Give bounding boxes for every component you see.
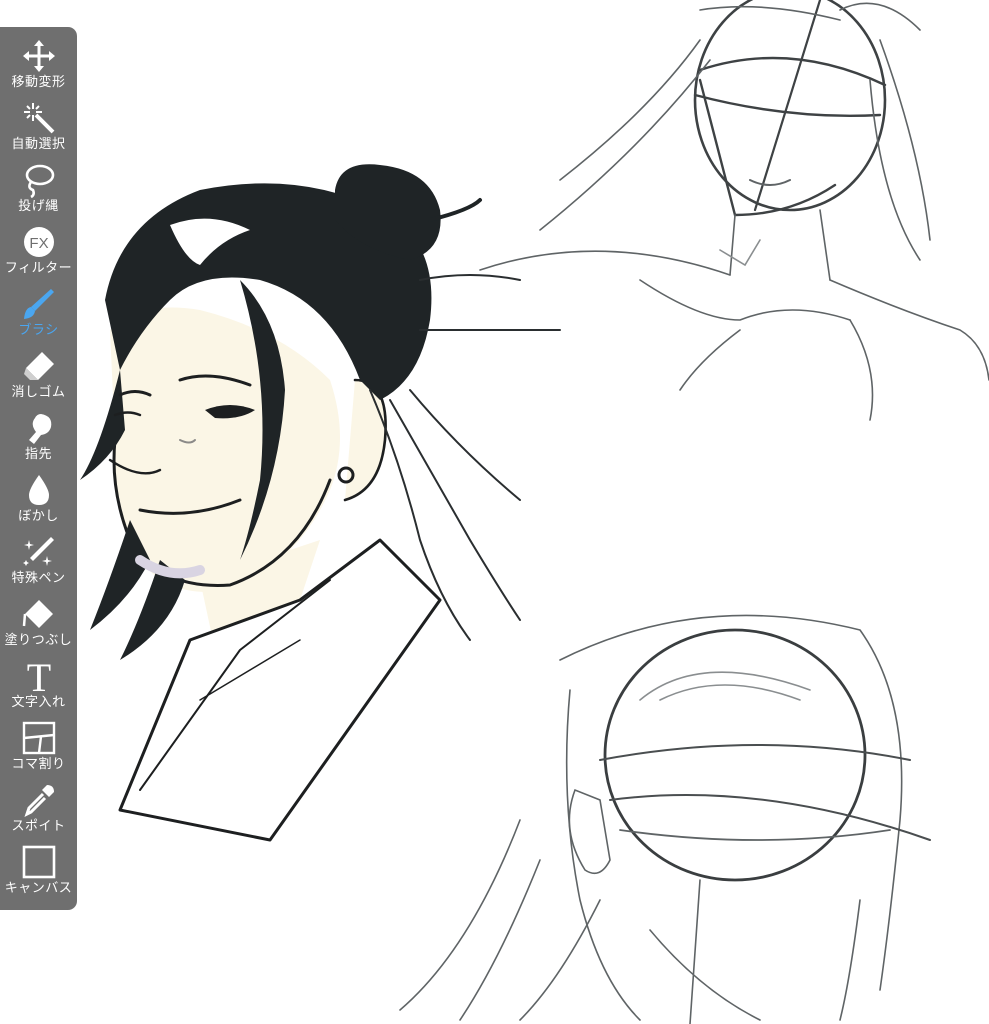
tool-label: ブラシ [18, 323, 59, 338]
finger-smudge-icon [19, 409, 59, 447]
canvas-square-icon [19, 843, 59, 881]
tool-frame-divider[interactable]: コマ割り [0, 719, 77, 781]
tool-filter[interactable]: FX フィルター [0, 223, 77, 285]
svg-text:FX: FX [29, 235, 48, 252]
lasso-icon [19, 161, 59, 199]
tool-label: フィルター [4, 261, 73, 276]
frame-divider-icon [19, 719, 59, 757]
tool-special-pen[interactable]: 特殊ペン [0, 533, 77, 595]
tool-lasso[interactable]: 投げ縄 [0, 161, 77, 223]
tool-fill[interactable]: 塗りつぶし [0, 595, 77, 657]
character-inked-portrait [80, 164, 561, 842]
sparkle-pen-icon [19, 533, 59, 571]
tool-label: 指先 [24, 447, 52, 462]
svg-text:T: T [26, 655, 50, 700]
paint-bucket-icon [19, 595, 59, 633]
tool-label: キャンバス [4, 881, 73, 896]
tool-magic-wand[interactable]: 自動選択 [0, 99, 77, 161]
tool-eraser[interactable]: 消しゴム [0, 347, 77, 409]
fx-filter-icon: FX [19, 223, 59, 261]
tool-text[interactable]: T 文字入れ [0, 655, 77, 719]
tool-label: 特殊ペン [11, 571, 66, 586]
tool-canvas[interactable]: キャンバス [0, 843, 77, 905]
move-arrows-icon [19, 37, 59, 75]
drawing-canvas[interactable] [0, 0, 989, 1024]
tool-label: 消しゴム [11, 385, 66, 400]
tool-label: 文字入れ [11, 695, 66, 710]
sketch-upper-figure [479, 0, 989, 421]
tool-label: コマ割り [11, 757, 66, 772]
tool-label: 塗りつぶし [4, 633, 73, 648]
tool-brush[interactable]: ブラシ [0, 285, 77, 347]
tool-label: スポイト [11, 819, 66, 834]
tool-label: 移動変形 [11, 75, 66, 90]
tool-label: ぼかし [18, 509, 59, 524]
sketch-lower-head [399, 614, 931, 1024]
tool-eyedropper[interactable]: スポイト [0, 781, 77, 843]
blur-drop-icon [19, 471, 59, 509]
eraser-icon [19, 347, 59, 385]
tool-label: 自動選択 [11, 137, 66, 152]
tool-palette: 移動変形 自動選択 投げ縄 FX フィルター ブラシ 消しゴム 指先 ぼかし 特… [0, 27, 77, 910]
tool-finger-smudge[interactable]: 指先 [0, 409, 77, 471]
tool-blur[interactable]: ぼかし [0, 471, 77, 533]
brush-icon [19, 285, 59, 323]
tool-move-transform[interactable]: 移動変形 [0, 37, 77, 99]
text-t-icon: T [19, 655, 59, 700]
magic-wand-icon [19, 99, 59, 137]
tool-label: 投げ縄 [18, 199, 59, 214]
eyedropper-icon [19, 781, 59, 819]
